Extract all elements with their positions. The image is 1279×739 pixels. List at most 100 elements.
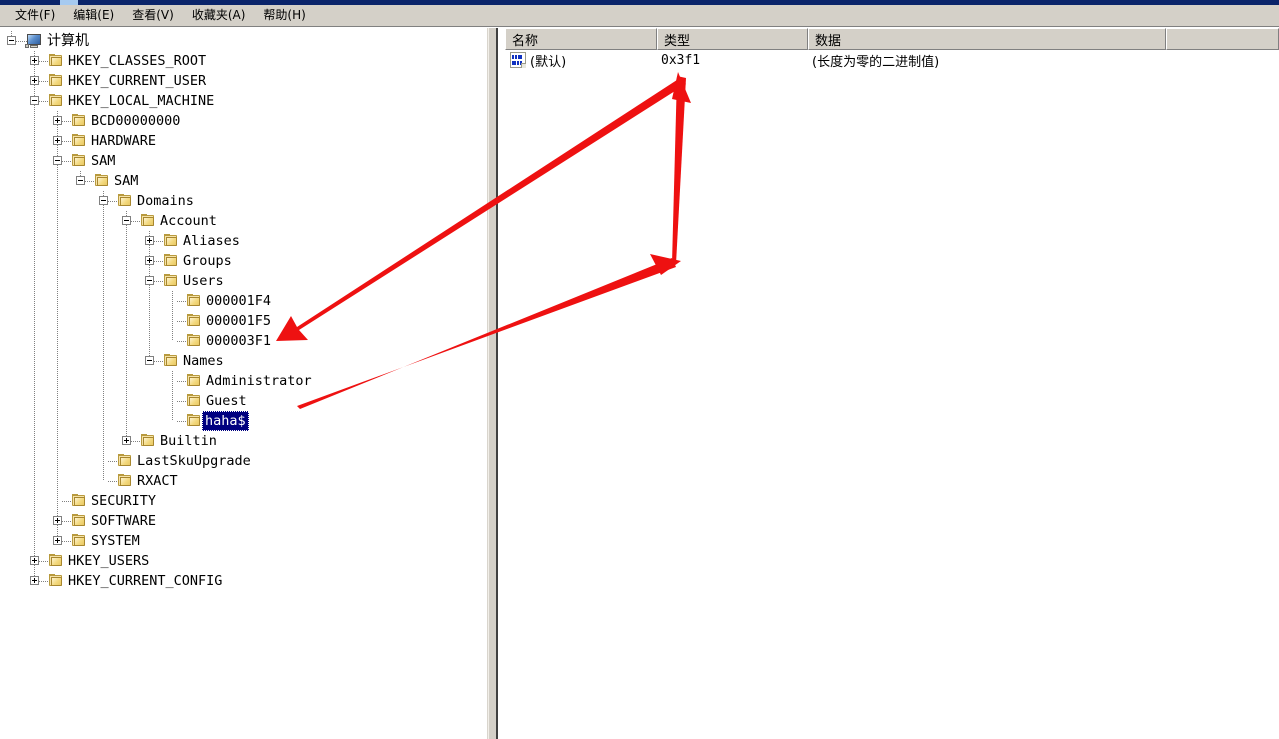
folder-icon [140, 434, 156, 448]
folder-icon [71, 494, 87, 508]
menu-edit[interactable]: 编辑(E) [64, 6, 123, 25]
registry-values-panel[interactable]: 名称 类型 数据 (默认) 0x3f1 (长度为零的二进制值) [505, 28, 1279, 739]
folder-icon [140, 214, 156, 228]
tree-item-label: RXACT [137, 473, 178, 489]
tree-item-selected[interactable]: haha$ [186, 411, 249, 431]
folder-icon [186, 414, 202, 428]
tree-item[interactable]: 000001F4 [186, 291, 271, 311]
menu-help[interactable]: 帮助(H) [254, 6, 314, 25]
tree-item[interactable]: Groups [163, 251, 232, 271]
folder-icon [71, 114, 87, 128]
tree-expand-button[interactable] [53, 116, 62, 125]
tree-item-label: 000001F4 [206, 293, 272, 309]
tree-item-label: SYSTEM [91, 533, 140, 549]
panel-splitter[interactable] [488, 28, 496, 739]
tree-item[interactable]: HKEY_CURRENT_USER [48, 71, 206, 91]
tree-expand-button[interactable] [145, 256, 154, 265]
folder-icon [117, 474, 133, 488]
tree-item[interactable]: Names [163, 351, 224, 371]
tree-item[interactable]: Administrator [186, 371, 312, 391]
menu-bar: 文件(F) 编辑(E) 查看(V) 收藏夹(A) 帮助(H) [0, 5, 1279, 27]
tree-connector-line [103, 191, 104, 481]
tree-item-label: Guest [206, 393, 247, 409]
tree-item[interactable]: Users [163, 271, 224, 291]
tree-expand-button[interactable] [122, 436, 131, 445]
tree-connector-line [126, 211, 127, 441]
tree-item[interactable]: Guest [186, 391, 247, 411]
folder-icon [186, 314, 202, 328]
tree-item[interactable]: HKEY_USERS [48, 551, 149, 571]
tree-item[interactable]: HKEY_CURRENT_CONFIG [48, 571, 222, 591]
registry-tree-panel[interactable]: 计算机 HKEY_CLASSES_ROOT HKEY_CURRENT_USER HKE… [0, 28, 497, 739]
tree-item[interactable]: LastSkuUpgrade [117, 451, 251, 471]
tree-connector-line [34, 51, 35, 581]
folder-icon [117, 194, 133, 208]
tree-item[interactable]: HKEY_CLASSES_ROOT [48, 51, 206, 71]
tree-collapse-button[interactable] [145, 276, 154, 285]
tree-item-label: SECURITY [91, 493, 157, 509]
tree-connector-line [172, 371, 173, 421]
tree-connector-line [149, 231, 150, 361]
folder-icon [71, 514, 87, 528]
tree-collapse-button[interactable] [76, 176, 85, 185]
menu-view[interactable]: 查看(V) [123, 6, 183, 25]
panel-splitter-highlight [488, 28, 489, 739]
value-type-cell: 0x3f1 [661, 52, 701, 68]
tree-item[interactable]: BCD00000000 [71, 111, 180, 131]
tree-item[interactable]: HARDWARE [71, 131, 156, 151]
tree-expand-button[interactable] [30, 56, 39, 65]
value-name-cell: (默认) [530, 54, 567, 70]
tree-item[interactable]: Aliases [163, 231, 240, 251]
tree-collapse-button[interactable] [99, 196, 108, 205]
column-header-type[interactable]: 类型 [657, 28, 808, 50]
tree-expand-button[interactable] [30, 576, 39, 585]
folder-icon [163, 274, 179, 288]
tree-expand-button[interactable] [30, 556, 39, 565]
tree-collapse-button[interactable] [7, 36, 16, 45]
tree-item[interactable]: HKEY_LOCAL_MACHINE [48, 91, 214, 111]
tree-item-label: HKEY_CURRENT_USER [68, 73, 207, 89]
menu-favorites[interactable]: 收藏夹(A) [183, 6, 255, 25]
tree-item[interactable]: SECURITY [71, 491, 156, 511]
tree-item[interactable]: 计算机 [25, 31, 89, 51]
column-header-extra[interactable] [1166, 28, 1279, 50]
tree-collapse-button[interactable] [145, 356, 154, 365]
tree-item-label: Domains [137, 193, 194, 209]
tree-collapse-button[interactable] [53, 156, 62, 165]
column-header-data[interactable]: 数据 [808, 28, 1166, 50]
tree-item[interactable]: SAM [71, 151, 115, 171]
tree-item-label: 000003F1 [206, 333, 272, 349]
tree-expand-button[interactable] [30, 76, 39, 85]
tree-item-label: HARDWARE [91, 133, 157, 149]
tree-item[interactable]: Domains [117, 191, 194, 211]
tree-item-label: HKEY_CURRENT_CONFIG [68, 573, 223, 589]
tree-collapse-button[interactable] [122, 216, 131, 225]
tree-expand-button[interactable] [53, 536, 62, 545]
tree-item[interactable]: SOFTWARE [71, 511, 156, 531]
value-data-cell: (长度为零的二进制值) [812, 54, 940, 70]
tree-item-label: Administrator [206, 373, 312, 389]
tree-item[interactable]: 000003F1 [186, 331, 271, 351]
column-header-name[interactable]: 名称 [505, 28, 657, 50]
tree-item-label: BCD00000000 [91, 113, 181, 129]
folder-icon [186, 394, 202, 408]
folder-icon [117, 454, 133, 468]
folder-icon [94, 174, 110, 188]
tree-item[interactable]: 000001F5 [186, 311, 271, 331]
tree-item-label: 计算机 [47, 33, 89, 49]
folder-icon [163, 234, 179, 248]
tree-expand-button[interactable] [53, 516, 62, 525]
folder-icon [163, 254, 179, 268]
tree-expand-button[interactable] [145, 236, 154, 245]
tree-item[interactable]: RXACT [117, 471, 178, 491]
tree-collapse-button[interactable] [30, 96, 39, 105]
tree-item[interactable]: SAM [94, 171, 138, 191]
tree-item[interactable]: Account [140, 211, 217, 231]
menu-file[interactable]: 文件(F) [6, 6, 64, 25]
tree-item-label: HKEY_LOCAL_MACHINE [68, 93, 215, 109]
table-row[interactable]: (默认) 0x3f1 (长度为零的二进制值) [505, 50, 1279, 70]
tree-item[interactable]: SYSTEM [71, 531, 140, 551]
tree-item[interactable]: Builtin [140, 431, 217, 451]
computer-icon [25, 33, 43, 49]
tree-expand-button[interactable] [53, 136, 62, 145]
